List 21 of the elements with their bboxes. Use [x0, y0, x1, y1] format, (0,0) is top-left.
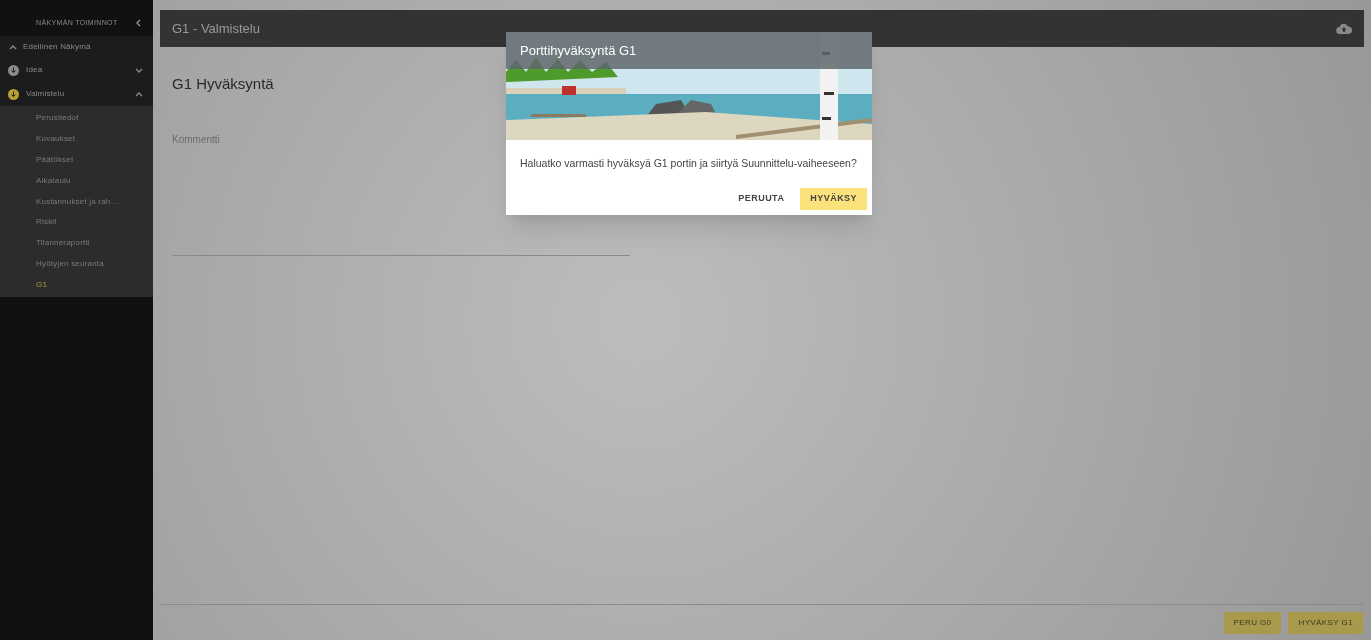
footer-button[interactable]: PERU G0 [1223, 611, 1282, 634]
cancel-button[interactable]: PERUUTA [728, 187, 795, 210]
sidebar-item[interactable]: Kuvaukset [36, 133, 76, 146]
sidebar-item[interactable]: Kustannukset ja rah… [36, 195, 119, 208]
sidebar-item[interactable]: Riskit [36, 216, 57, 229]
confirm-button[interactable]: HYVÄKSY [800, 187, 867, 210]
sidebar-item[interactable]: G1 [36, 278, 48, 291]
footer-button[interactable]: HYVÄKSY G1 [1288, 611, 1363, 634]
sidebar-item[interactable]: Aikataulu [36, 174, 71, 187]
chevron-up-icon[interactable] [135, 91, 143, 97]
section-heading: G1 Hyväksyntä [172, 74, 275, 94]
sidebar-item[interactable]: Perustiedot [36, 112, 79, 125]
chevron-down-icon[interactable] [135, 67, 143, 73]
cloud-upload-icon[interactable] [1336, 22, 1352, 35]
sidebar-item[interactable]: Hyötyjen seuranta [36, 257, 104, 270]
page-title: G1 - Valmistelu [172, 19, 260, 38]
sidebar-item[interactable]: Päätökset [36, 154, 74, 166]
dialog-header: Porttihyväksyntä G1 [506, 32, 872, 69]
sidebar-item[interactable]: Tilanneraportti [36, 237, 90, 250]
chevron-up-icon [9, 44, 17, 50]
collapse-chevron-icon[interactable] [136, 19, 141, 27]
